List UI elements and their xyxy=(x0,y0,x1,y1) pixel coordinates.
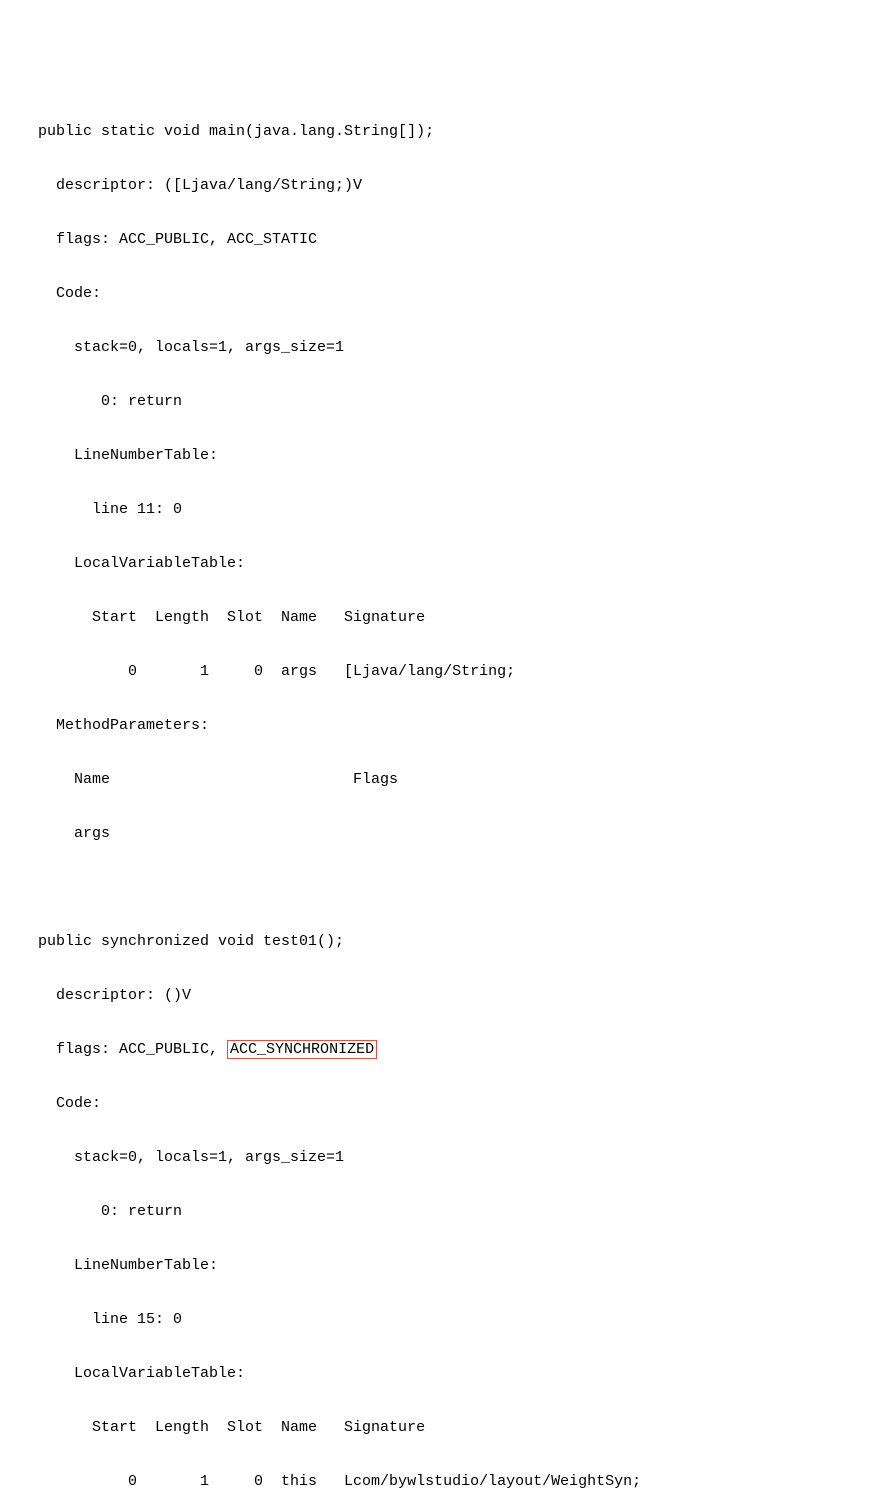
code-line: stack=0, locals=1, args_size=1 xyxy=(20,334,849,361)
code-line: line 15: 0 xyxy=(20,1306,849,1333)
code-line: args xyxy=(20,820,849,847)
code-line: Code: xyxy=(20,280,849,307)
code-line xyxy=(20,874,849,901)
code-line: LineNumberTable: xyxy=(20,442,849,469)
code-line: MethodParameters: xyxy=(20,712,849,739)
acc-synchronized-highlight: ACC_SYNCHRONIZED xyxy=(227,1040,377,1059)
code-line: LineNumberTable: xyxy=(20,1252,849,1279)
code-line: Start Length Slot Name Signature xyxy=(20,604,849,631)
code-line: Name Flags xyxy=(20,766,849,793)
code-line: LocalVariableTable: xyxy=(20,1360,849,1387)
code-line: descriptor: ()V xyxy=(20,982,849,1009)
code-line-highlighted: flags: ACC_PUBLIC, ACC_SYNCHRONIZED xyxy=(20,1036,849,1063)
code-line: 0 1 0 this Lcom/bywlstudio/layout/Weight… xyxy=(20,1468,849,1495)
code-line: public synchronized void test01(); xyxy=(20,928,849,955)
code-line: LocalVariableTable: xyxy=(20,550,849,577)
code-line: public static void main(java.lang.String… xyxy=(20,118,849,145)
code-line: stack=0, locals=1, args_size=1 xyxy=(20,1144,849,1171)
flags-prefix: flags: ACC_PUBLIC, xyxy=(20,1041,227,1058)
code-line: Start Length Slot Name Signature xyxy=(20,1414,849,1441)
code-line: Code: xyxy=(20,1090,849,1117)
code-line: line 11: 0 xyxy=(20,496,849,523)
code-line: 0: return xyxy=(20,1198,849,1225)
code-line: 0: return xyxy=(20,388,849,415)
code-line: descriptor: ([Ljava/lang/String;)V xyxy=(20,172,849,199)
bytecode-output: public static void main(java.lang.String… xyxy=(20,91,849,1502)
code-line: flags: ACC_PUBLIC, ACC_STATIC xyxy=(20,226,849,253)
code-line: 0 1 0 args [Ljava/lang/String; xyxy=(20,658,849,685)
